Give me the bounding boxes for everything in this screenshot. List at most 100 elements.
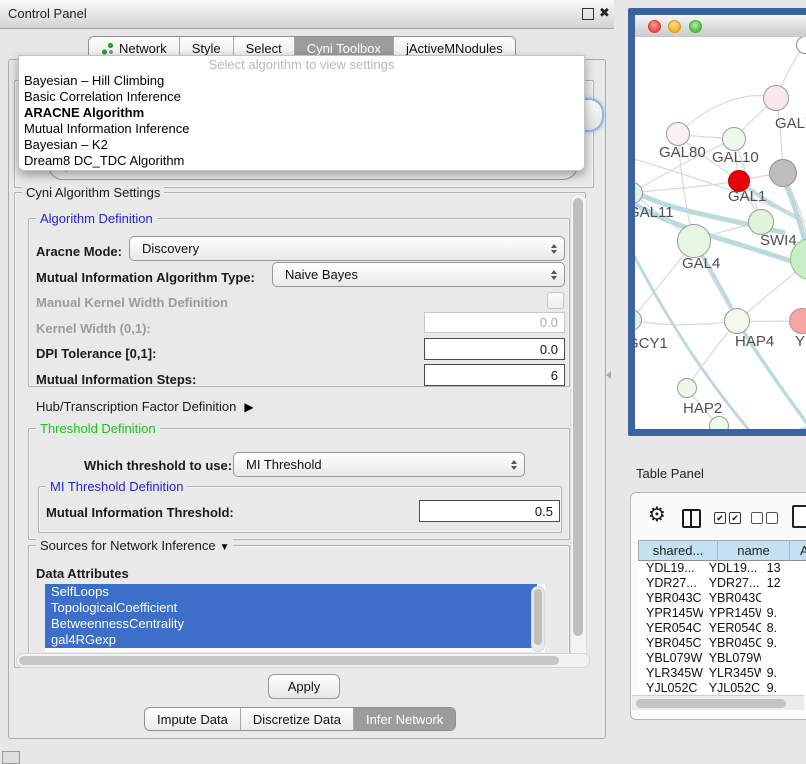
attribute-item-topologicalcoefficient[interactable]: TopologicalCoefficient (45, 600, 537, 616)
split-pane-handle[interactable] (606, 371, 611, 379)
network-canvas[interactable]: GAL7GAL80GAL10GAL1GAL11GAL4SWI4GCY1HAP4Y… (635, 37, 806, 429)
node-label-swi4: SWI4 (760, 232, 797, 249)
table-cell: YDR27... (638, 576, 703, 591)
table-cell: 9. (761, 636, 806, 651)
column-header-name[interactable]: name (718, 540, 790, 561)
hub-definition-toggle[interactable]: Hub/Transcription Factor Definition ▶ (36, 399, 254, 414)
network-node-gal7[interactable] (763, 85, 789, 111)
tab-label: Cyni Toolbox (307, 41, 381, 56)
mi-type-combo[interactable]: Naive Bayes (272, 262, 565, 287)
collapse-down-icon[interactable]: ▼ (220, 542, 230, 553)
table-row[interactable]: YBR045CYBR045C9. (638, 636, 806, 651)
dock-panel-icon[interactable] (2, 751, 20, 764)
network-node-gal80[interactable] (666, 122, 690, 146)
column-header-shared[interactable]: shared... (638, 540, 718, 561)
network-node-hap4[interactable] (724, 308, 750, 334)
settings-vertical-scrollbar[interactable] (570, 194, 587, 662)
which-threshold-value: MI Threshold (246, 457, 322, 472)
table-cell: YBR043C (638, 591, 703, 606)
hub-definition-label: Hub/Transcription Factor Definition (36, 399, 236, 414)
table-cell: YDR27... (703, 576, 761, 591)
threshold-definition-title: Threshold Definition (36, 421, 160, 436)
checked-boxes-icon[interactable]: ✔ (714, 512, 726, 524)
manual-kernel-width-checkbox[interactable] (547, 292, 564, 309)
bottom-tab-discretize-data[interactable]: Discretize Data (240, 708, 353, 730)
table-row[interactable]: YBL079WYBL079W (638, 651, 806, 666)
float-window-icon[interactable] (582, 8, 594, 20)
dropdown-item-aracne-algorithm[interactable]: ARACNE Algorithm (19, 105, 584, 121)
mi-type-value: Naive Bayes (285, 267, 358, 282)
kernel-width-input[interactable]: 0.0 (424, 312, 565, 333)
bottom-tab-bar: Impute Data Discretize Data Infer Network (144, 707, 456, 731)
manual-kernel-width-label: Manual Kernel Width Definition (36, 295, 228, 310)
node-label-hap2: HAP2 (683, 400, 722, 417)
minimize-traffic-light-icon[interactable] (668, 20, 681, 33)
data-attributes-list[interactable]: SelfLoopsTopologicalCoefficientBetweenne… (45, 584, 545, 652)
bottom-tab-impute-data[interactable]: Impute Data (145, 708, 240, 730)
zoom-traffic-light-icon[interactable] (689, 20, 702, 33)
mi-threshold-input[interactable]: 0.5 (419, 500, 560, 522)
table-cell: YJL052C (703, 681, 761, 694)
mi-threshold-group-title: MI Threshold Definition (46, 479, 187, 494)
table-row[interactable]: YJL052CYJL052C9. (638, 681, 806, 694)
table-row[interactable]: YDL19...YDL19...13 (638, 561, 806, 576)
dropdown-item-bayesian-hill-climbing[interactable]: Bayesian – Hill Climbing (19, 73, 584, 89)
close-traffic-light-icon[interactable] (648, 20, 661, 33)
checked-boxes-icon[interactable]: ✔ (729, 512, 741, 524)
kernel-width-label: Kernel Width (0,1): (36, 321, 151, 336)
tab-label: Select (246, 41, 282, 56)
node-label-gal80: GAL80 (659, 144, 706, 161)
table-row[interactable]: YPR145WYPR145W9. (638, 606, 806, 621)
mi-steps-label: Mutual Information Steps: (36, 372, 196, 387)
mi-steps-input[interactable]: 6 (424, 364, 565, 386)
algorithm-dropdown-list: Bayesian – Hill ClimbingBasic Correlatio… (19, 73, 584, 169)
tab-label: Discretize Data (253, 712, 341, 727)
expand-right-icon[interactable]: ▶ (244, 400, 253, 414)
split-column-icon[interactable] (682, 509, 701, 528)
close-icon[interactable]: ✖ (599, 5, 610, 21)
apply-button[interactable]: Apply (268, 674, 340, 699)
aracne-mode-label: Aracne Mode: (36, 244, 122, 259)
table-body: YDL19...YDL19...13YDR27...YDR27...12YBR0… (638, 561, 806, 694)
attribute-item-betweennesscentrality[interactable]: BetweennessCentrality (45, 616, 537, 632)
unchecked-boxes-icon[interactable] (751, 512, 763, 524)
table-cell: 8. (761, 621, 806, 636)
attribute-item-gal4rgexp[interactable]: gal4RGexp (45, 632, 537, 648)
dropdown-item-bayesian-k2[interactable]: Bayesian – K2 (19, 137, 584, 153)
table-row[interactable]: YER054CYER054C8. (638, 621, 806, 636)
bottom-tab-infer-network[interactable]: Infer Network (353, 708, 455, 730)
gear-icon[interactable]: ⚙ (648, 505, 666, 525)
tab-label: Impute Data (157, 712, 228, 727)
dropdown-item-basic-correlation-inference[interactable]: Basic Correlation Inference (19, 89, 584, 105)
node-label-gal7: GAL7 (775, 115, 806, 132)
table-row[interactable]: YDR27...YDR27...12 (638, 576, 806, 591)
table-row[interactable]: YLR345WYLR345W9. (638, 666, 806, 681)
network-node-hap2[interactable] (677, 378, 697, 398)
table-cell: YER054C (638, 621, 703, 636)
dpi-tolerance-input[interactable]: 0.0 (424, 338, 565, 360)
node-label-y: Y (795, 333, 805, 350)
attributes-list-scrollbar[interactable] (531, 586, 545, 652)
tab-label: jActiveMNodules (406, 41, 503, 56)
dropdown-item-dream8-dc-tdc-algorithm[interactable]: Dream8 DC_TDC Algorithm (19, 153, 584, 169)
table-cell: YBR043C (703, 591, 761, 606)
settings-horizontal-scrollbar[interactable] (16, 653, 590, 668)
aracne-mode-combo[interactable]: Discovery (129, 236, 565, 261)
table-horizontal-scrollbar[interactable] (632, 695, 804, 710)
which-threshold-combo[interactable]: MI Threshold (233, 452, 525, 477)
unchecked-boxes-icon[interactable] (766, 512, 778, 524)
algorithm-dropdown[interactable]: Select algorithm to view settings Bayesi… (18, 55, 585, 171)
table-cell: YER054C (703, 621, 761, 636)
algorithm-definition-title: Algorithm Definition (36, 211, 157, 226)
document-icon[interactable] (792, 505, 806, 528)
attribute-item-selfloops[interactable]: SelfLoops (45, 584, 537, 600)
table-row[interactable]: YBR043CYBR043C (638, 591, 806, 606)
network-window-titlebar[interactable] (635, 15, 806, 38)
dropdown-item-mutual-information-inference[interactable]: Mutual Information Inference (19, 121, 584, 137)
network-node-gal10[interactable] (722, 127, 746, 151)
network-node-gal4[interactable] (677, 224, 711, 258)
network-node[interactable] (769, 159, 797, 187)
network-node[interactable] (709, 416, 729, 429)
control-panel-header (0, 0, 614, 29)
column-header-a[interactable]: A (790, 540, 806, 561)
